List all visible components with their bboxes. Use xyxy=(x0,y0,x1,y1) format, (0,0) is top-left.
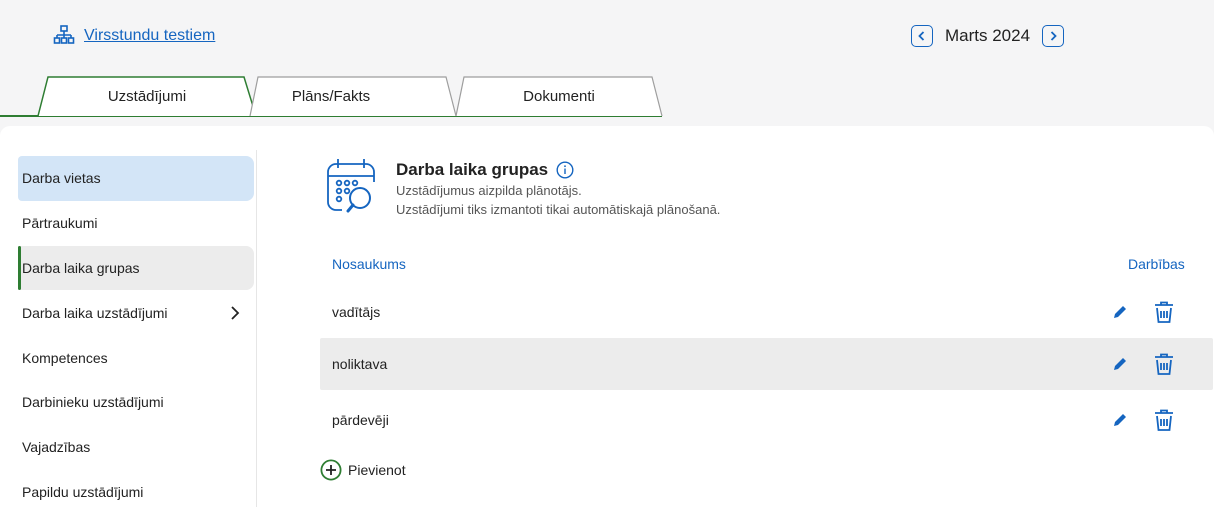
pencil-icon xyxy=(1114,306,1126,318)
pencil-icon xyxy=(1114,358,1126,370)
org-chart-icon xyxy=(53,25,75,44)
org-link-label: Virsstundu testiem xyxy=(84,27,216,44)
sidebar-item-label: Darba vietas xyxy=(22,170,101,187)
section-description-2: Uzstādījumi tiks izmantoti tikai automāt… xyxy=(396,202,721,217)
chevron-right-icon xyxy=(231,306,240,320)
edit-button[interactable] xyxy=(1111,303,1129,321)
add-button-label: Pievienot xyxy=(348,462,406,478)
tab-label: Plāns/Fakts xyxy=(291,87,371,105)
org-structure-link[interactable]: Virsstundu testiem xyxy=(52,24,215,48)
trash-icon xyxy=(1155,409,1173,431)
sidebar-item-darbinieku-uzstadijumi[interactable]: Darbinieku uzstādījumi xyxy=(18,380,254,425)
sidebar-divider xyxy=(256,150,257,507)
tab-label: Uzstādījumi xyxy=(107,87,187,105)
table-row[interactable]: noliktava xyxy=(320,338,1213,390)
sidebar-item-label: Papildu uzstādījumi xyxy=(22,483,144,500)
delete-button[interactable] xyxy=(1153,300,1175,324)
sidebar-item-kompetences[interactable]: Kompetences xyxy=(18,335,254,380)
row-name: vadītājs xyxy=(332,304,381,320)
current-month: Marts 2024 xyxy=(945,26,1031,45)
sidebar-item-label: Darba laika grupas xyxy=(22,259,140,276)
sidebar-item-label: Vajadzības xyxy=(22,439,91,456)
sidebar-item-label: Kompetences xyxy=(22,349,108,366)
section-header: Darba laika grupas Uzstādījumus aizpilda… xyxy=(322,156,720,218)
tab-label: Dokumenti xyxy=(523,87,595,105)
row-name: noliktava xyxy=(332,356,388,372)
sidebar-item-partraukumi[interactable]: Pārtraukumi xyxy=(18,201,254,246)
month-navigator: Marts 2024 xyxy=(911,25,1065,47)
chevron-left-icon xyxy=(918,31,925,41)
section-title: Darba laika grupas xyxy=(396,160,549,179)
column-header-name[interactable]: Nosaukums xyxy=(332,256,406,272)
tab-dokumenti[interactable]: Dokumenti xyxy=(454,75,664,117)
next-month-button[interactable] xyxy=(1042,25,1065,47)
table-row[interactable]: pārdevēji xyxy=(320,394,1213,446)
prev-month-button[interactable] xyxy=(911,25,933,47)
plus-circle-icon xyxy=(320,459,342,481)
tab-plans-fakts[interactable]: Plāns/Fakts xyxy=(248,75,458,117)
chevron-right-icon xyxy=(1050,31,1057,41)
sidebar-item-vajadzibas[interactable]: Vajadzības xyxy=(18,425,254,470)
calendar-search-icon xyxy=(327,159,375,213)
row-name: pārdevēji xyxy=(332,412,389,428)
info-icon[interactable] xyxy=(556,161,574,179)
column-header-actions: Darbības xyxy=(1128,256,1185,272)
sidebar-item-label: Darbinieku uzstādījumi xyxy=(22,394,164,411)
table-row[interactable]: vadītājs xyxy=(320,286,1213,338)
delete-button[interactable] xyxy=(1153,352,1175,376)
pencil-icon xyxy=(1114,414,1126,426)
section-description-1: Uzstādījumus aizpilda plānotājs. xyxy=(396,183,582,198)
add-button[interactable]: Pievienot xyxy=(320,459,406,481)
sidebar-item-darba-vietas[interactable]: Darba vietas xyxy=(18,156,254,201)
sidebar-item-label: Pārtraukumi xyxy=(22,215,98,232)
trash-icon xyxy=(1155,353,1173,375)
edit-button[interactable] xyxy=(1111,411,1129,429)
tab-uzstadijumi[interactable]: Uzstādījumi xyxy=(36,75,258,117)
delete-button[interactable] xyxy=(1153,408,1175,432)
edit-button[interactable] xyxy=(1111,355,1129,373)
sidebar-item-darba-laika-uzstadijumi[interactable]: Darba laika uzstādījumi xyxy=(18,290,254,335)
top-bar: Virsstundu testiem Marts 2024 xyxy=(0,0,1214,75)
sidebar-item-label: Darba laika uzstādījumi xyxy=(22,304,168,321)
settings-sidebar: Darba vietas Pārtraukumi Darba laika gru… xyxy=(18,156,254,507)
sidebar-item-papildu-uzstadijumi[interactable]: Papildu uzstādījumi xyxy=(18,470,254,507)
sidebar-item-darba-laika-grupas[interactable]: Darba laika grupas xyxy=(18,245,254,291)
trash-icon xyxy=(1155,301,1173,323)
